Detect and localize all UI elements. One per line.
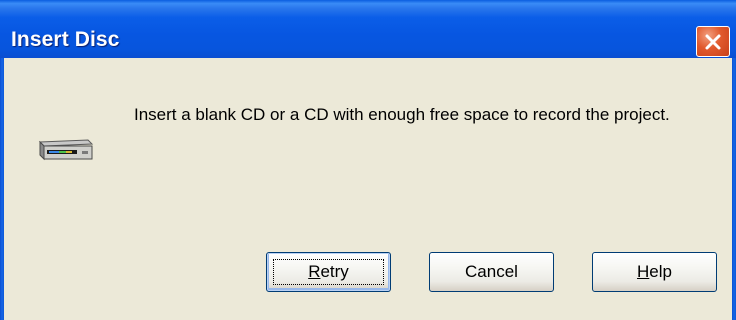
close-button[interactable] <box>696 26 730 57</box>
insert-disc-dialog: Insert Disc Insert a blank CD or a CD wi… <box>0 0 736 320</box>
help-button[interactable]: Help <box>592 252 717 292</box>
retry-label-rest: etry <box>320 262 349 281</box>
help-accelerator: H <box>637 262 650 281</box>
window-frame-left <box>0 58 4 320</box>
retry-button[interactable]: Retry <box>266 252 391 292</box>
cancel-button-label: Cancel <box>465 262 518 281</box>
help-label-rest: elp <box>649 262 672 281</box>
dialog-title: Insert Disc <box>11 28 120 51</box>
window-frame-right <box>732 58 736 320</box>
help-button-label: Help <box>637 262 672 282</box>
cd-drive-icon <box>38 139 94 161</box>
close-icon <box>705 34 721 49</box>
title-bar[interactable]: Insert Disc <box>0 0 736 58</box>
retry-button-label: Retry <box>308 262 349 282</box>
dialog-message: Insert a blank CD or a CD with enough fr… <box>134 105 670 124</box>
cancel-button[interactable]: Cancel <box>429 252 554 292</box>
retry-accelerator: R <box>308 262 321 281</box>
